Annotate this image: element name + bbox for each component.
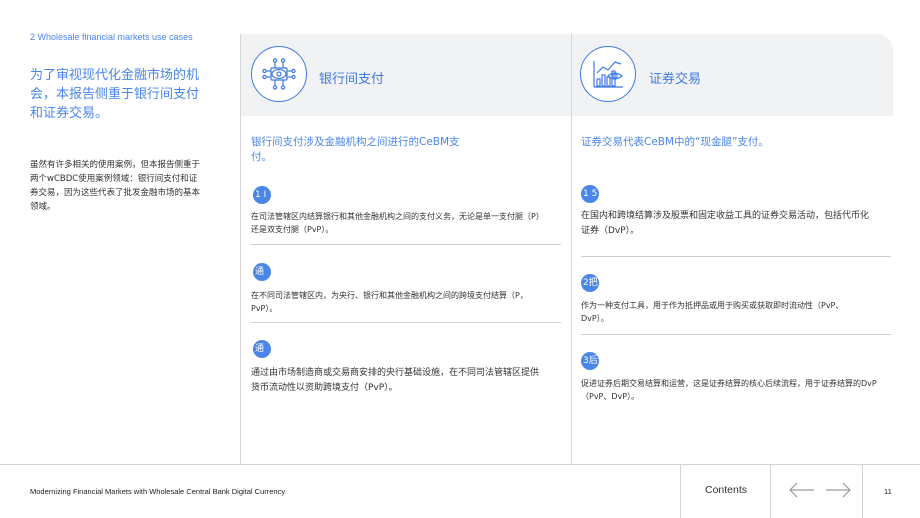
footer-title: Modernizing Financial Markets with Whole… [30, 487, 286, 496]
item-badge: 1 5 [581, 185, 599, 203]
item-text: 通过由市场制造商或交易商安排的央行基础设施，在不同司法管辖区提供货币流动性以资助… [251, 368, 540, 393]
divider [581, 256, 891, 257]
contents-link[interactable]: Contents [705, 484, 747, 496]
footer-separator [680, 465, 681, 518]
item-badge: 通 [253, 263, 271, 281]
network-nodes-icon [251, 46, 307, 102]
securities-transactions-column: 证券交易 证券交易代表CeBM中的“现金腿”支付。 1 5 在国内和跨境结算涉及… [571, 34, 920, 465]
footer-divider [0, 464, 920, 465]
next-arrow-icon[interactable] [824, 481, 852, 499]
column-title: 证券交易 [649, 72, 702, 87]
item-text: 促进证券后期交易结算和运营，这是证券结算的核心后续流程，用于证券结算的DvP（P… [581, 379, 877, 401]
headline: 为了审视现代化金融市场的机会，本报告侧重于银行间支付和证券交易。 [30, 68, 200, 121]
item-text: 在司法管辖区内结算银行和其他金融机构之间的支付义务，无论是单一支付腿（P）还是双… [251, 212, 544, 234]
page-number: 11 [884, 487, 892, 496]
item-badge: 2把 [581, 274, 599, 292]
interbank-payments-column: 银行间支付 银行间支付涉及金融机构之间进行的CeBM支付。 1 I 在司法管辖区… [240, 34, 571, 465]
column-header: 银行间支付 [241, 34, 571, 116]
item-badge: 3后 [581, 352, 599, 370]
item-text: 在国内和跨境结算涉及股票和固定收益工具的证券交易活动，包括代币化证券（DvP）。 [581, 211, 870, 236]
intro-paragraph: 虽然有许多相关的使用案例，但本报告侧重于两个wCBDC使用案例领域：银行间支付和… [30, 160, 201, 212]
item-badge: 1 I [253, 186, 271, 204]
column-title: 银行间支付 [319, 72, 385, 87]
column-lead: 证券交易代表CeBM中的“现金腿”支付。 [581, 136, 769, 148]
item-text: 作为一种支付工具，用于作为抵押品或用于购买或获取即时流动性（PvP、DvP）。 [581, 301, 844, 323]
chart-eye-icon [580, 46, 636, 102]
divider [251, 322, 561, 323]
item-badge: 通 [253, 340, 271, 358]
previous-arrow-icon[interactable] [788, 481, 816, 499]
column-header: 证券交易 [572, 34, 893, 116]
divider [251, 244, 561, 245]
footer-separator [770, 465, 771, 518]
section-label: 2 Wholesale financial markets use cases [30, 32, 193, 42]
column-lead: 银行间支付涉及金融机构之间进行的CeBM支付。 [251, 136, 460, 163]
item-text: 在不同司法管辖区内，为央行、银行和其他金融机构之间的跨境支付结算（P，PvP）。 [251, 291, 528, 313]
divider [581, 334, 891, 335]
footer-separator [862, 465, 863, 518]
